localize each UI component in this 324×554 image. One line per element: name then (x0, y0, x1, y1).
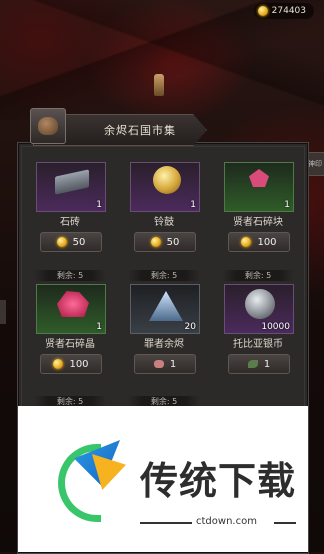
gold-coin-icon (150, 237, 161, 247)
left-side-tab[interactable] (0, 300, 6, 324)
item-slot[interactable]: 1 (36, 162, 106, 212)
bell-icon (153, 166, 181, 194)
buy-button[interactable]: 50 (40, 232, 102, 252)
item-slot[interactable]: 20 (130, 284, 200, 334)
side-tab-label: 神印 (308, 160, 322, 168)
shop-item-card[interactable]: 1 石砖 50 (30, 160, 110, 270)
ember-icon (149, 291, 183, 321)
shop-item-card[interactable]: 剩余: 5 10000 托比亚银币 1 (218, 270, 298, 388)
item-price: 100 (69, 358, 89, 370)
shop-item-card[interactable]: 剩余: 5 20 罪者余烬 1 (124, 270, 204, 388)
watermark-divider (140, 522, 192, 524)
item-price: 100 (257, 236, 277, 248)
item-price: 50 (166, 236, 180, 248)
crystal-icon (57, 291, 89, 317)
watermark-overlay: 传统下载 ctdown.com (18, 406, 308, 552)
gem-icon (153, 360, 164, 368)
buy-button[interactable]: 1 (228, 354, 290, 374)
shop-item-card[interactable]: 1 铃鼓 50 (124, 160, 204, 270)
item-name: 托比亚银币 (233, 339, 283, 350)
currency-amount: 274403 (271, 6, 306, 16)
item-quantity: 1 (96, 200, 102, 210)
item-quantity: 1 (96, 322, 102, 332)
gold-coin-icon (53, 359, 64, 369)
buy-button[interactable]: 100 (228, 232, 290, 252)
item-quantity: 10000 (261, 322, 290, 332)
remaining-count: 剩余: 5 (128, 270, 200, 281)
item-quantity: 1 (190, 200, 196, 210)
leaf-icon (247, 360, 258, 368)
item-slot[interactable]: 1 (130, 162, 200, 212)
item-name: 罪者余烬 (144, 339, 184, 350)
site-logo-icon (58, 436, 128, 522)
shop-item-card[interactable]: 剩余: 5 1 贤者石碎晶 100 (30, 270, 110, 388)
item-slot[interactable]: 1 (36, 284, 106, 334)
item-slot[interactable]: 1 (224, 162, 294, 212)
item-price: 1 (263, 358, 271, 370)
currency-display: 274403 (253, 3, 314, 19)
silver-coin-icon (245, 289, 275, 319)
item-slot[interactable]: 10000 (224, 284, 294, 334)
gold-coin-icon (241, 237, 252, 247)
panel-title: 余烬石国市集 (104, 124, 176, 137)
item-quantity: 20 (184, 322, 196, 332)
shop-item-card[interactable]: 1 贤者石碎块 100 (218, 160, 298, 270)
shard-icon (249, 169, 269, 187)
buy-button[interactable]: 100 (40, 354, 102, 374)
watermark-title: 传统下载 (140, 459, 297, 503)
gold-coin-icon (257, 6, 268, 16)
money-bag-icon (30, 108, 66, 144)
brick-icon (55, 169, 89, 195)
buy-button[interactable]: 50 (134, 232, 196, 252)
watermark-divider (274, 522, 296, 524)
buy-button[interactable]: 1 (134, 354, 196, 374)
item-name: 石砖 (60, 217, 80, 228)
item-name: 铃鼓 (154, 217, 174, 228)
item-name: 贤者石碎晶 (45, 339, 95, 350)
item-name: 贤者石碎块 (233, 217, 283, 228)
item-price: 1 (169, 358, 177, 370)
item-quantity: 1 (284, 200, 290, 210)
remaining-count: 剩余: 5 (222, 270, 294, 281)
lantern-decoration (154, 74, 164, 96)
remaining-count: 剩余: 5 (34, 270, 106, 281)
item-price: 50 (72, 236, 86, 248)
watermark-url: ctdown.com (196, 516, 257, 527)
gold-coin-icon (56, 237, 67, 247)
